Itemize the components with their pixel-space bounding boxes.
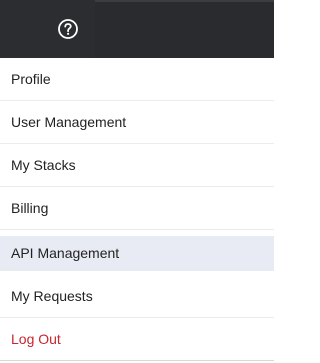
menu-item-label: My Requests [11,288,93,304]
menu-item-label: My Stacks [11,157,76,173]
toolbar-segment [95,0,274,58]
menu-item-user-management[interactable]: User Management [0,101,274,144]
menu-item-log-out[interactable]: Log Out [0,318,274,361]
menu-item-my-stacks[interactable]: My Stacks [0,144,274,187]
menu-item-api-management[interactable]: API Management [0,236,274,271]
question-circle-icon [58,19,78,39]
menu-item-label: Profile [11,71,51,87]
menu-item-billing[interactable]: Billing [0,187,274,230]
menu-item-label: Log Out [11,331,61,347]
top-bar [0,0,274,58]
menu-item-label: API Management [11,245,120,261]
menu-item-my-requests[interactable]: My Requests [0,275,274,318]
menu-item-label: User Management [11,114,127,130]
menu-item-profile[interactable]: Profile [0,58,274,101]
help-button[interactable] [57,18,79,40]
account-menu: Profile User Management My Stacks Billin… [0,58,274,363]
menu-item-label: Billing [11,200,49,216]
